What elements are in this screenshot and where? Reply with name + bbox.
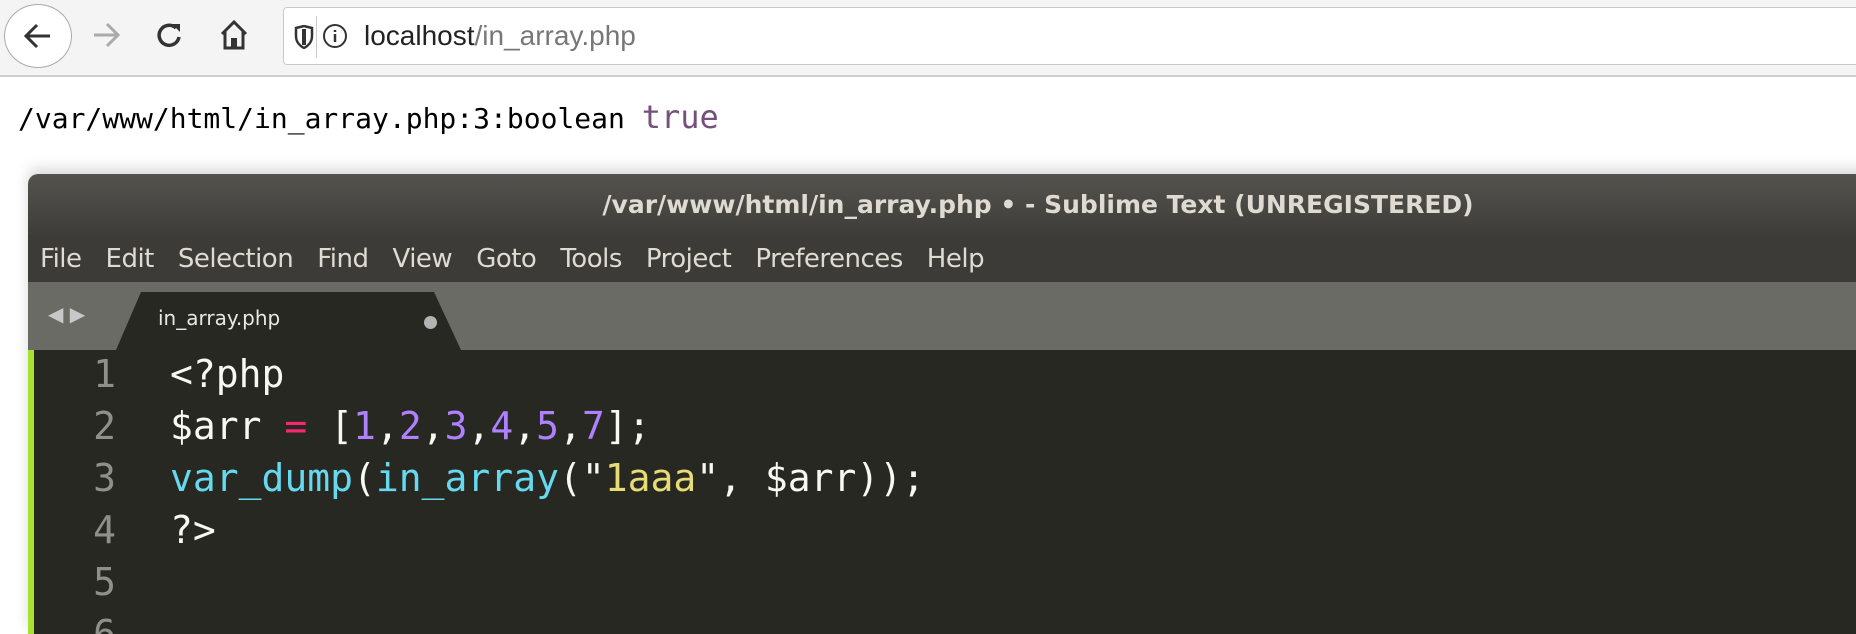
token-number: 3	[444, 404, 468, 448]
url-host: localhost	[364, 20, 475, 51]
token-number: 4	[490, 404, 514, 448]
line-number: 5	[93, 560, 116, 604]
token-keyword: =	[284, 404, 308, 448]
forward-arrow-icon	[94, 22, 121, 48]
reload-button[interactable]	[150, 0, 190, 70]
token-text: ", $arr));	[696, 456, 926, 500]
token-text: ,	[421, 404, 445, 448]
token-text: (	[353, 456, 376, 500]
token-text: ,	[559, 404, 582, 448]
menu-file[interactable]: File	[40, 244, 82, 274]
tab-bar: ◀ ▶ in_array.php	[28, 282, 1856, 350]
url-bar[interactable]: localhost/in_array.php	[283, 7, 1856, 65]
token-text: ,	[375, 404, 399, 448]
forward-button[interactable]	[86, 0, 126, 70]
menu-tools[interactable]: Tools	[560, 244, 622, 274]
reload-icon	[157, 23, 181, 47]
code-text: <?php	[170, 348, 284, 400]
tab-in-array-php[interactable]: in_array.php	[116, 292, 461, 350]
modified-dot-icon[interactable]	[424, 316, 437, 329]
output-value: true	[641, 98, 719, 136]
url-divider	[316, 16, 317, 58]
menu-goto[interactable]: Goto	[476, 244, 537, 274]
output-prefix: /var/www/html/in_array.php:3:boolean	[18, 102, 625, 135]
menu-find[interactable]: Find	[317, 244, 369, 274]
var-dump-output: /var/www/html/in_array.php:3:boolean tru…	[18, 98, 719, 136]
token-text: <?php	[170, 352, 285, 396]
url-text[interactable]: localhost/in_array.php	[364, 8, 636, 64]
line-number: 2	[93, 404, 116, 448]
menu-preferences[interactable]: Preferences	[755, 244, 903, 274]
tab-label: in_array.php	[158, 306, 281, 330]
code-text: ?>	[170, 504, 216, 556]
code-text: $arr = [1,2,3,4,5,7];	[170, 400, 651, 452]
info-icon[interactable]	[322, 23, 348, 49]
token-text: ,	[467, 404, 491, 448]
shield-icon[interactable]	[294, 25, 314, 49]
menu-help[interactable]: Help	[927, 244, 985, 274]
back-button[interactable]	[4, 4, 72, 68]
sublime-window: /var/www/html/in_array.php • - Sublime T…	[28, 174, 1856, 634]
token-number: 7	[581, 404, 605, 448]
token-text: ];	[604, 404, 651, 448]
menu-selection[interactable]: Selection	[178, 244, 294, 274]
line-number: 4	[93, 508, 116, 552]
window-title: /var/www/html/in_array.php • - Sublime T…	[28, 174, 1856, 235]
token-text: [	[307, 404, 354, 448]
token-number: 2	[398, 404, 422, 448]
token-number: 5	[536, 404, 560, 448]
browser-toolbar: localhost/in_array.php	[0, 0, 1856, 77]
token-number: 1	[353, 404, 376, 448]
code-editor[interactable]: 1 <?php 2 $arr = [1,2,3,4,5,7]; 3 var_dump(in…	[28, 350, 1856, 634]
token-text: ("	[558, 456, 605, 500]
token-function: var_dump	[170, 456, 354, 500]
menu-project[interactable]: Project	[646, 244, 732, 274]
code-text: var_dump(in_array("1aaa", $arr));	[170, 452, 925, 504]
token-text: $arr	[170, 404, 285, 448]
token-text: ,	[513, 404, 537, 448]
line-number: 3	[93, 456, 116, 500]
token-function: in_array	[375, 456, 559, 500]
line-number: 6	[93, 612, 116, 634]
line-number: 1	[93, 352, 116, 396]
tab-scroll-arrows-icon[interactable]: ◀ ▶	[48, 302, 85, 326]
menu-edit[interactable]: Edit	[106, 244, 155, 274]
menu-view[interactable]: View	[392, 244, 452, 274]
home-button[interactable]	[214, 0, 254, 70]
token-text: ?>	[170, 508, 216, 552]
token-string: 1aaa	[604, 456, 697, 500]
url-path: /in_array.php	[474, 20, 636, 51]
back-arrow-icon	[23, 23, 50, 49]
menu-bar: File Edit Selection Find View Goto Tools Projec…	[28, 235, 1856, 282]
home-icon	[220, 19, 248, 50]
